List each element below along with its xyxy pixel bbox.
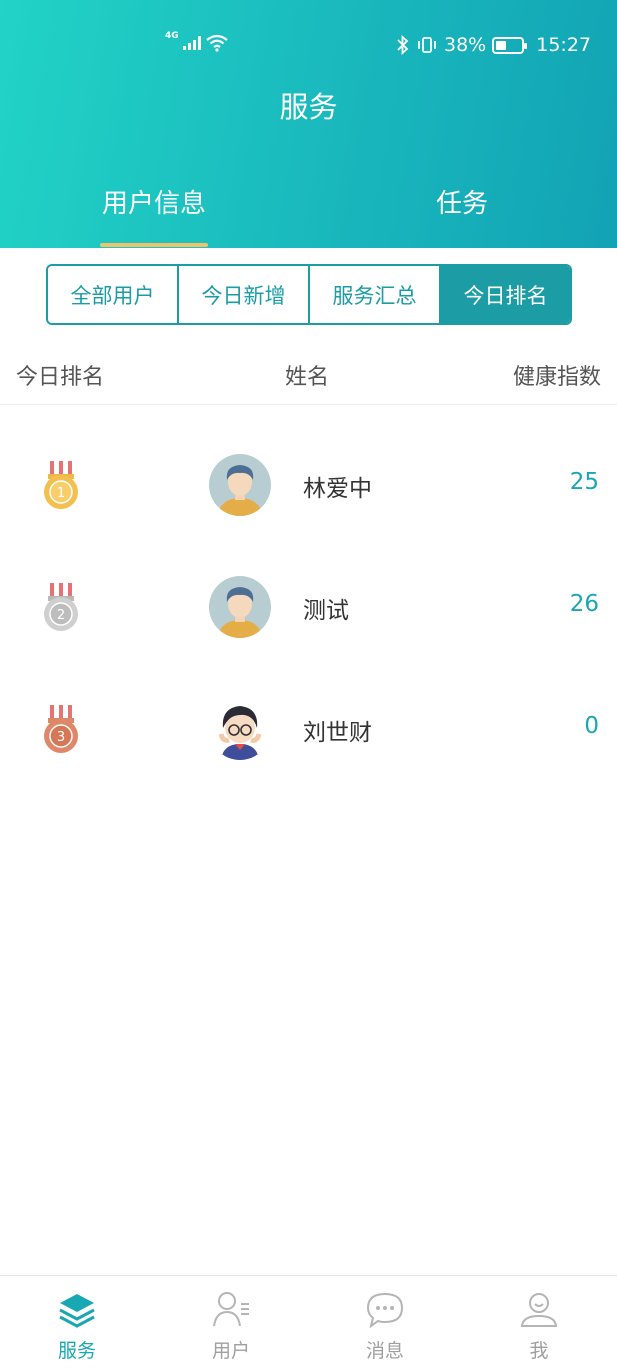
nav-label: 服务 — [57, 1340, 96, 1362]
bottom-navigation: 服务 用户 消息 我 — [0, 1275, 617, 1372]
medal-rank-text: 3 — [57, 730, 65, 745]
medal-rank-text: 1 — [57, 486, 65, 501]
signal-icon — [182, 36, 201, 50]
status-right: 38% 15:27 — [396, 34, 591, 56]
segment-today-ranking[interactable]: 今日排名 — [441, 266, 570, 323]
active-tab-indicator — [100, 243, 208, 247]
nav-service[interactable]: 服务 — [0, 1276, 154, 1372]
table-row[interactable]: 1 林爱中 25 — [0, 424, 617, 544]
network-type: 4G — [165, 31, 179, 41]
gold-medal-icon: 1 — [44, 461, 78, 509]
bluetooth-icon — [397, 35, 409, 55]
segment-all-users[interactable]: 全部用户 — [48, 266, 179, 323]
user-list-icon — [213, 1292, 249, 1327]
status-bar: 4G 38% 15:27 — [0, 30, 617, 64]
segment-new-today[interactable]: 今日新增 — [179, 266, 310, 323]
wifi-icon — [205, 34, 228, 52]
health-score: 0 — [584, 713, 599, 739]
top-tabs: 用户信息 任务 — [0, 183, 617, 248]
nav-label: 消息 — [365, 1340, 404, 1362]
battery-percent: 38% — [444, 34, 487, 56]
user-name: 测试 — [303, 598, 349, 624]
male-avatar-icon — [209, 576, 271, 638]
nav-me[interactable]: 我 — [462, 1276, 616, 1372]
tab-tasks[interactable]: 任务 — [382, 183, 542, 220]
column-rank: 今日排名 — [16, 365, 105, 390]
user-name: 林爱中 — [303, 476, 372, 502]
nav-label: 用户 — [211, 1340, 250, 1362]
health-score: 25 — [569, 469, 599, 495]
user-name: 刘世财 — [303, 720, 372, 746]
table-row[interactable]: 3 刘世财 0 — [0, 668, 617, 788]
male-avatar-icon — [209, 454, 271, 516]
silver-medal-icon: 2 — [44, 583, 78, 631]
table-header: 今日排名 姓名 健康指数 — [0, 345, 617, 405]
segment-service-summary[interactable]: 服务汇总 — [310, 266, 441, 323]
tab-user-info[interactable]: 用户信息 — [74, 183, 234, 220]
health-score: 26 — [569, 591, 599, 617]
page-title: 服务 — [279, 90, 338, 124]
table-row[interactable]: 2 测试 26 — [0, 546, 617, 666]
cartoon-avatar-icon — [209, 698, 271, 760]
vibrate-icon — [418, 37, 436, 53]
nav-users[interactable]: 用户 — [154, 1276, 308, 1372]
status-left: 4G — [165, 31, 229, 52]
layers-icon — [59, 1294, 95, 1328]
bronze-medal-icon: 3 — [44, 705, 78, 753]
filter-segment: 全部用户 今日新增 服务汇总 今日排名 — [46, 264, 572, 325]
profile-icon — [520, 1293, 558, 1327]
clock: 15:27 — [536, 34, 591, 56]
nav-messages[interactable]: 消息 — [308, 1276, 462, 1372]
app-header: 4G 38% 15:27 服务 用户信息 任务 — [0, 0, 617, 248]
chat-bubble-icon — [366, 1292, 404, 1329]
column-name: 姓名 — [285, 365, 330, 390]
battery-icon — [492, 36, 528, 54]
medal-rank-text: 2 — [57, 608, 65, 623]
column-health-index: 健康指数 — [512, 365, 601, 390]
nav-label: 我 — [529, 1340, 549, 1362]
